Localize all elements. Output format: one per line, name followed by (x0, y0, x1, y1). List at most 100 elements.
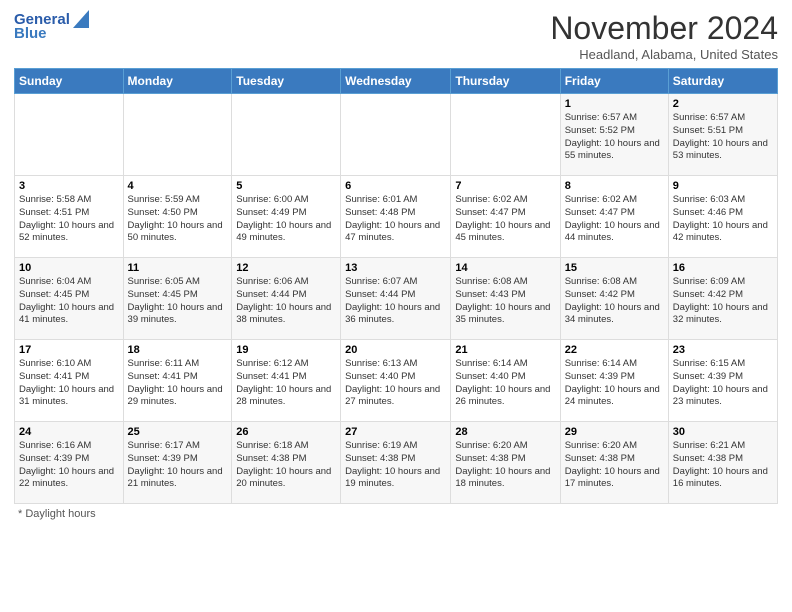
calendar-table: SundayMondayTuesdayWednesdayThursdayFrid… (14, 68, 778, 504)
calendar-day-cell: 29 Sunrise: 6:20 AM Sunset: 4:38 PM Dayli… (560, 422, 668, 504)
day-number: 9 (673, 180, 773, 192)
day-number: 20 (345, 344, 446, 356)
calendar-day-cell: 24 Sunrise: 6:16 AM Sunset: 4:39 PM Dayli… (15, 422, 124, 504)
calendar-header-row: SundayMondayTuesdayWednesdayThursdayFrid… (15, 69, 778, 94)
calendar-day-header: Thursday (451, 69, 560, 94)
day-info: Sunrise: 6:02 AM Sunset: 4:47 PM Dayligh… (455, 194, 555, 245)
calendar-day-cell (341, 94, 451, 176)
calendar-day-cell: 12 Sunrise: 6:06 AM Sunset: 4:44 PM Dayli… (232, 258, 341, 340)
calendar-day-cell: 3 Sunrise: 5:58 AM Sunset: 4:51 PM Daylig… (15, 176, 124, 258)
calendar-week-row: 17 Sunrise: 6:10 AM Sunset: 4:41 PM Dayli… (15, 340, 778, 422)
day-info: Sunrise: 6:09 AM Sunset: 4:42 PM Dayligh… (673, 276, 773, 327)
day-number: 11 (128, 262, 228, 274)
day-info: Sunrise: 6:18 AM Sunset: 4:38 PM Dayligh… (236, 440, 336, 491)
calendar-day-cell: 30Sunrise: 6:21 AM Sunset: 4:38 PM Dayli… (668, 422, 777, 504)
day-number: 21 (455, 344, 555, 356)
calendar-day-cell: 25Sunrise: 6:17 AM Sunset: 4:39 PM Dayli… (123, 422, 232, 504)
day-info: Sunrise: 6:16 AM Sunset: 4:39 PM Dayligh… (19, 440, 119, 491)
day-number: 17 (19, 344, 119, 356)
title-block: November 2024 Headland, Alabama, United … (550, 10, 778, 62)
calendar-day-header: Monday (123, 69, 232, 94)
day-number: 30 (673, 426, 773, 438)
month-title: November 2024 (550, 10, 778, 47)
header: General Blue November 2024 Headland, Ala… (14, 10, 778, 62)
calendar-day-cell (451, 94, 560, 176)
day-info: Sunrise: 6:12 AM Sunset: 4:41 PM Dayligh… (236, 358, 336, 409)
calendar-week-row: 10 Sunrise: 6:04 AM Sunset: 4:45 PM Dayli… (15, 258, 778, 340)
day-number: 25 (128, 426, 228, 438)
calendar-day-header: Tuesday (232, 69, 341, 94)
calendar-day-cell (15, 94, 124, 176)
day-number: 19 (236, 344, 336, 356)
calendar-day-cell: 26Sunrise: 6:18 AM Sunset: 4:38 PM Dayli… (232, 422, 341, 504)
day-info: Sunrise: 6:19 AM Sunset: 4:38 PM Dayligh… (345, 440, 446, 491)
calendar-day-cell (123, 94, 232, 176)
footer-note: * Daylight hours (14, 508, 778, 520)
day-info: Sunrise: 6:08 AM Sunset: 4:43 PM Dayligh… (455, 276, 555, 327)
day-info: Sunrise: 6:10 AM Sunset: 4:41 PM Dayligh… (19, 358, 119, 409)
calendar-day-cell: 21 Sunrise: 6:14 AM Sunset: 4:40 PM Dayli… (451, 340, 560, 422)
calendar-day-cell: 28Sunrise: 6:20 AM Sunset: 4:38 PM Dayli… (451, 422, 560, 504)
location: Headland, Alabama, United States (550, 47, 778, 62)
logo-blue-text: Blue (14, 25, 47, 42)
calendar-body: 1 Sunrise: 6:57 AM Sunset: 5:52 PM Daylig… (15, 94, 778, 504)
day-info: Sunrise: 6:08 AM Sunset: 4:42 PM Dayligh… (565, 276, 664, 327)
day-info: Sunrise: 6:04 AM Sunset: 4:45 PM Dayligh… (19, 276, 119, 327)
calendar-day-cell: 5Sunrise: 6:00 AM Sunset: 4:49 PM Daylig… (232, 176, 341, 258)
day-info: Sunrise: 6:11 AM Sunset: 4:41 PM Dayligh… (128, 358, 228, 409)
day-info: Sunrise: 6:05 AM Sunset: 4:45 PM Dayligh… (128, 276, 228, 327)
calendar-day-cell: 8 Sunrise: 6:02 AM Sunset: 4:47 PM Daylig… (560, 176, 668, 258)
calendar-day-cell: 19 Sunrise: 6:12 AM Sunset: 4:41 PM Dayli… (232, 340, 341, 422)
day-number: 13 (345, 262, 446, 274)
day-info: Sunrise: 6:20 AM Sunset: 4:38 PM Dayligh… (565, 440, 664, 491)
calendar-day-header: Friday (560, 69, 668, 94)
day-number: 6 (345, 180, 446, 192)
day-info: Sunrise: 5:58 AM Sunset: 4:51 PM Dayligh… (19, 194, 119, 245)
calendar-day-cell: 13Sunrise: 6:07 AM Sunset: 4:44 PM Dayli… (341, 258, 451, 340)
calendar-day-cell: 1 Sunrise: 6:57 AM Sunset: 5:52 PM Daylig… (560, 94, 668, 176)
calendar-day-cell: 17 Sunrise: 6:10 AM Sunset: 4:41 PM Dayli… (15, 340, 124, 422)
day-number: 3 (19, 180, 119, 192)
day-number: 27 (345, 426, 446, 438)
logo-triangle-icon (73, 10, 89, 28)
calendar-day-cell (232, 94, 341, 176)
day-info: Sunrise: 6:13 AM Sunset: 4:40 PM Dayligh… (345, 358, 446, 409)
day-number: 29 (565, 426, 664, 438)
calendar-day-cell: 6 Sunrise: 6:01 AM Sunset: 4:48 PM Daylig… (341, 176, 451, 258)
calendar-day-cell: 22 Sunrise: 6:14 AM Sunset: 4:39 PM Dayli… (560, 340, 668, 422)
calendar-day-cell: 18Sunrise: 6:11 AM Sunset: 4:41 PM Dayli… (123, 340, 232, 422)
day-number: 8 (565, 180, 664, 192)
day-number: 22 (565, 344, 664, 356)
calendar-day-cell: 15 Sunrise: 6:08 AM Sunset: 4:42 PM Dayli… (560, 258, 668, 340)
calendar-day-cell: 10 Sunrise: 6:04 AM Sunset: 4:45 PM Dayli… (15, 258, 124, 340)
day-info: Sunrise: 6:14 AM Sunset: 4:40 PM Dayligh… (455, 358, 555, 409)
day-number: 4 (128, 180, 228, 192)
day-number: 2 (673, 98, 773, 110)
day-number: 12 (236, 262, 336, 274)
day-info: Sunrise: 6:57 AM Sunset: 5:51 PM Dayligh… (673, 112, 773, 163)
calendar-day-cell: 27 Sunrise: 6:19 AM Sunset: 4:38 PM Dayli… (341, 422, 451, 504)
day-number: 10 (19, 262, 119, 274)
calendar-day-header: Saturday (668, 69, 777, 94)
calendar-week-row: 24 Sunrise: 6:16 AM Sunset: 4:39 PM Dayli… (15, 422, 778, 504)
calendar-day-cell: 20 Sunrise: 6:13 AM Sunset: 4:40 PM Dayli… (341, 340, 451, 422)
day-info: Sunrise: 6:02 AM Sunset: 4:47 PM Dayligh… (565, 194, 664, 245)
day-info: Sunrise: 6:06 AM Sunset: 4:44 PM Dayligh… (236, 276, 336, 327)
day-info: Sunrise: 6:14 AM Sunset: 4:39 PM Dayligh… (565, 358, 664, 409)
calendar-day-cell: 9 Sunrise: 6:03 AM Sunset: 4:46 PM Daylig… (668, 176, 777, 258)
page-container: General Blue November 2024 Headland, Ala… (0, 0, 792, 526)
day-number: 15 (565, 262, 664, 274)
day-info: Sunrise: 6:03 AM Sunset: 4:46 PM Dayligh… (673, 194, 773, 245)
day-number: 28 (455, 426, 555, 438)
day-info: Sunrise: 5:59 AM Sunset: 4:50 PM Dayligh… (128, 194, 228, 245)
day-number: 24 (19, 426, 119, 438)
calendar-day-header: Wednesday (341, 69, 451, 94)
calendar-week-row: 1 Sunrise: 6:57 AM Sunset: 5:52 PM Daylig… (15, 94, 778, 176)
day-number: 14 (455, 262, 555, 274)
day-info: Sunrise: 6:01 AM Sunset: 4:48 PM Dayligh… (345, 194, 446, 245)
day-number: 23 (673, 344, 773, 356)
day-number: 1 (565, 98, 664, 110)
day-info: Sunrise: 6:57 AM Sunset: 5:52 PM Dayligh… (565, 112, 664, 163)
day-number: 5 (236, 180, 336, 192)
calendar-day-cell: 23Sunrise: 6:15 AM Sunset: 4:39 PM Dayli… (668, 340, 777, 422)
